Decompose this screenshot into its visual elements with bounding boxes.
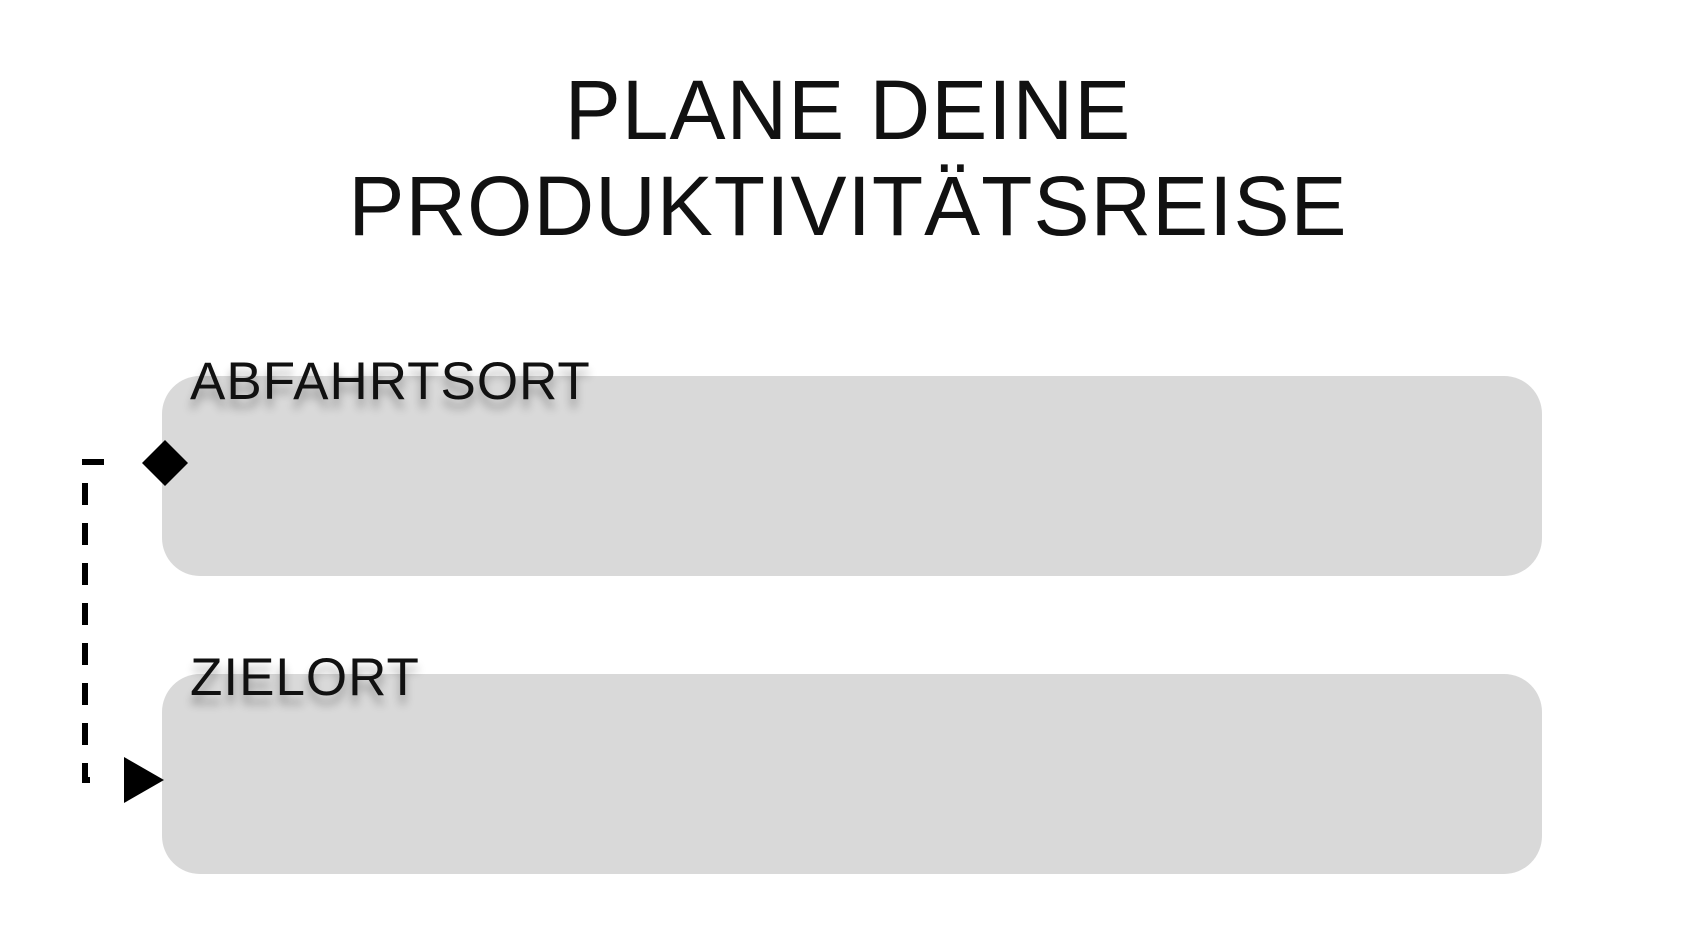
page-title-line-2: PRODUKTIVITÄTSREISE [348,159,1348,253]
arrowhead-icon [124,757,164,803]
page-title: PLANE DEINE PRODUKTIVITÄTSREISE [0,62,1696,254]
origin-label: ABFAHRTSORT [190,352,591,411]
route-dashed-line [82,459,104,783]
page-title-line-1: PLANE DEINE [564,63,1132,157]
destination-label: ZIELORT [190,648,420,707]
